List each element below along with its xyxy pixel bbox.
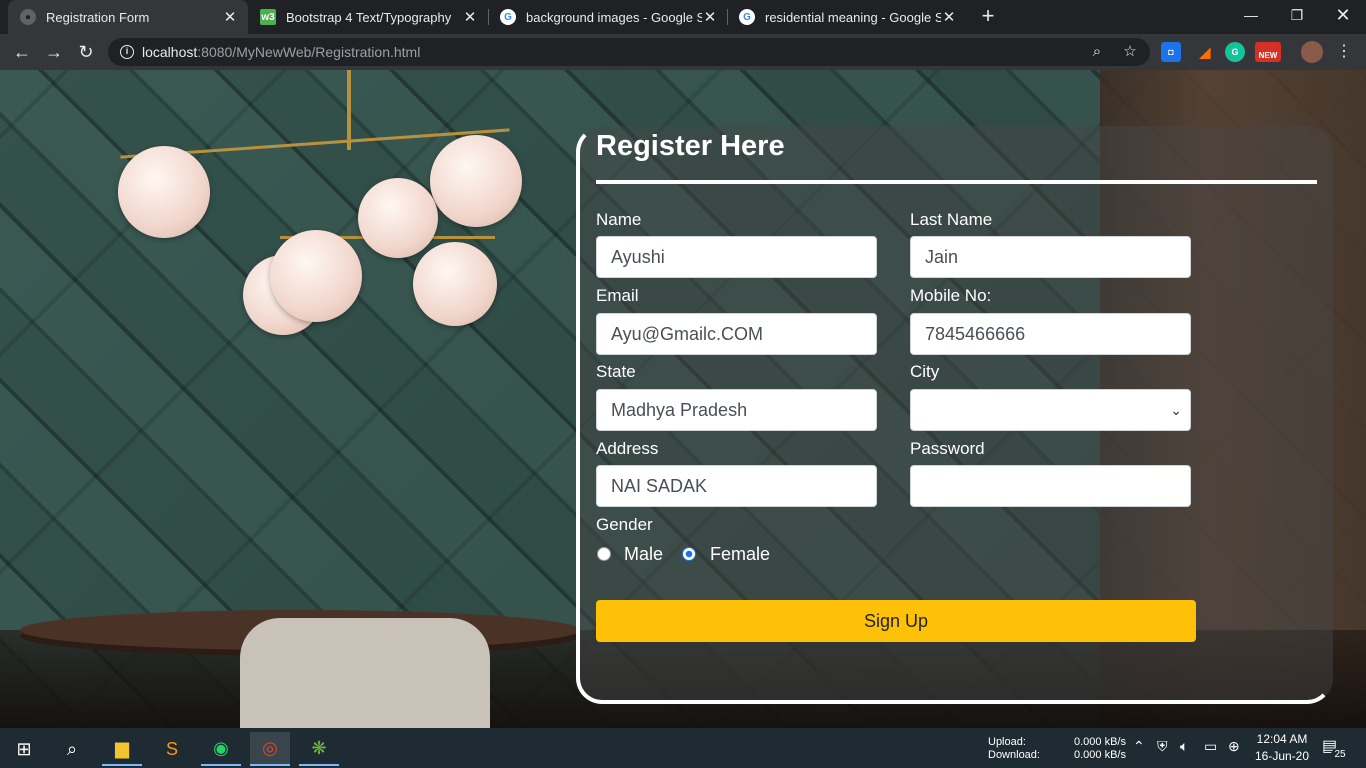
gender-label: Gender [596, 515, 653, 534]
lamp-globe [270, 230, 362, 322]
chevron-up-icon[interactable]: ⌃ [1133, 738, 1145, 755]
tab-strip: ● Registration Form ✕ w3 Bootstrap 4 Tex… [0, 0, 1366, 34]
search-icon[interactable]: ⌕ [52, 732, 92, 766]
system-clock[interactable]: 12:04 AM 16-Jun-20 [1252, 731, 1312, 765]
last-name-label: Last Name [910, 210, 993, 229]
download-speed: 0.000 kB/s [1074, 749, 1126, 761]
heading-divider [596, 180, 1317, 184]
shield-icon[interactable]: ⛨ [1157, 738, 1168, 755]
tab-title: residential meaning - Google Sea [765, 9, 941, 25]
battery-icon[interactable]: ▭ [1204, 738, 1217, 755]
network-globe-icon[interactable]: ⊕ [1228, 738, 1240, 755]
spring-tool-icon[interactable]: ❋ [299, 732, 339, 766]
download-label: Download: [988, 749, 1040, 761]
gender-female-label: Female [710, 544, 771, 564]
reload-button[interactable]: ↻ [74, 40, 98, 64]
close-icon[interactable]: ✕ [462, 8, 478, 26]
tab-title: background images - Google Sea [526, 9, 702, 25]
chevron-down-icon: ⌄ [1170, 401, 1182, 418]
clock-time: 12:04 AM [1256, 732, 1308, 746]
name-input[interactable]: Ayushi [596, 236, 877, 278]
background-chair [240, 618, 490, 728]
lamp-globe [118, 146, 210, 238]
page-viewport: Register Here Name Last Name Ayushi Jain… [0, 70, 1366, 728]
tab-residential-meaning[interactable]: G residential meaning - Google Sea ✕ [727, 0, 967, 34]
gender-female-radio[interactable] [682, 547, 696, 561]
restore-button[interactable]: ❐ [1274, 0, 1320, 32]
form-heading: Register Here [596, 130, 785, 162]
windows-start-icon[interactable]: ⊞ [4, 732, 44, 766]
sublime-text-icon[interactable]: S [152, 732, 192, 766]
last-name-input[interactable]: Jain [910, 236, 1191, 278]
close-window-button[interactable]: ✕ [1320, 0, 1366, 32]
address-input[interactable]: NAI SADAK [596, 465, 877, 507]
city-label: City [910, 362, 940, 381]
state-label: State [596, 362, 636, 381]
tab-registration-form[interactable]: ● Registration Form ✕ [8, 0, 248, 34]
close-icon[interactable]: ✕ [222, 8, 238, 26]
tab-title: Bootstrap 4 Text/Typography [286, 9, 452, 25]
notification-count-badge: 25 [1331, 748, 1349, 762]
tab-title: Registration Form [46, 9, 150, 25]
city-select[interactable]: ⌄ [910, 389, 1191, 431]
back-button[interactable]: ← [10, 40, 34, 64]
taskbar: ⊞ ⌕ ▆ S ◉ ◎ ❋ Upload: Download: 0.000 kB… [0, 728, 1366, 768]
info-icon[interactable]: i [120, 45, 134, 59]
lamp-globe [430, 135, 522, 227]
google-icon: G [500, 9, 516, 25]
grammarly-icon[interactable]: G [1225, 42, 1245, 62]
speaker-icon[interactable]: 🔈︎ [1180, 738, 1188, 755]
password-label: Password [910, 439, 985, 458]
minimize-button[interactable]: — [1228, 0, 1274, 32]
close-icon[interactable]: ✕ [941, 8, 957, 26]
file-explorer-icon[interactable]: ▆ [102, 732, 142, 766]
address-label: Address [596, 439, 659, 458]
registration-form: Register Here Name Last Name Ayushi Jain… [576, 126, 1333, 704]
upload-speed: 0.000 kB/s [1074, 736, 1126, 748]
whatsapp-icon[interactable]: ◉ [201, 732, 241, 766]
mobile-label: Mobile No: [910, 286, 992, 305]
email-input[interactable]: Ayu@Gmailc.COM [596, 313, 877, 355]
clock-date: 16-Jun-20 [1254, 749, 1310, 763]
google-icon: G [739, 9, 755, 25]
new-tab-button[interactable]: + [976, 4, 1000, 30]
mobile-input[interactable]: 7845466666 [910, 313, 1191, 355]
lamp-rod [347, 70, 351, 150]
gender-male-label: Male [624, 544, 664, 564]
name-label: Name [596, 210, 642, 229]
menu-kebab-icon[interactable]: ⋮ [1332, 40, 1356, 64]
forward-button[interactable]: → [42, 40, 66, 64]
profile-avatar[interactable] [1301, 41, 1323, 63]
close-icon[interactable]: ✕ [702, 8, 718, 26]
tab-background-images[interactable]: G background images - Google Sea ✕ [488, 0, 728, 34]
password-input[interactable] [910, 465, 1191, 507]
chrome-icon[interactable]: ◎ [250, 732, 290, 766]
upload-label: Upload: [988, 736, 1026, 748]
screen-capture-extension-icon[interactable]: ◘ [1161, 42, 1181, 62]
w3schools-icon: w3 [260, 9, 276, 25]
state-input[interactable]: Madhya Pradesh [596, 389, 877, 431]
address-bar[interactable]: i localhost:8080/MyNewWeb/Registration.h… [108, 38, 1150, 66]
audio-extension-icon[interactable]: ◢ [1195, 42, 1215, 62]
browser-toolbar: ← → ↻ i localhost:8080/MyNewWeb/Registra… [0, 34, 1366, 70]
globe-icon: ● [20, 9, 36, 25]
url-path: :8080/MyNewWeb/Registration.html [197, 44, 421, 60]
new-extension-icon[interactable]: NEW [1255, 42, 1281, 62]
sign-up-button[interactable]: Sign Up [596, 600, 1196, 642]
zoom-icon[interactable]: ⌕ [1088, 43, 1106, 61]
gender-male-radio[interactable] [597, 547, 611, 561]
lamp-globe [413, 242, 497, 326]
lamp-globe [358, 178, 438, 258]
url-host: localhost [142, 44, 198, 60]
bookmark-star-icon[interactable]: ☆ [1121, 43, 1139, 61]
tab-bootstrap[interactable]: w3 Bootstrap 4 Text/Typography ✕ [248, 0, 488, 34]
email-label: Email [596, 286, 639, 305]
